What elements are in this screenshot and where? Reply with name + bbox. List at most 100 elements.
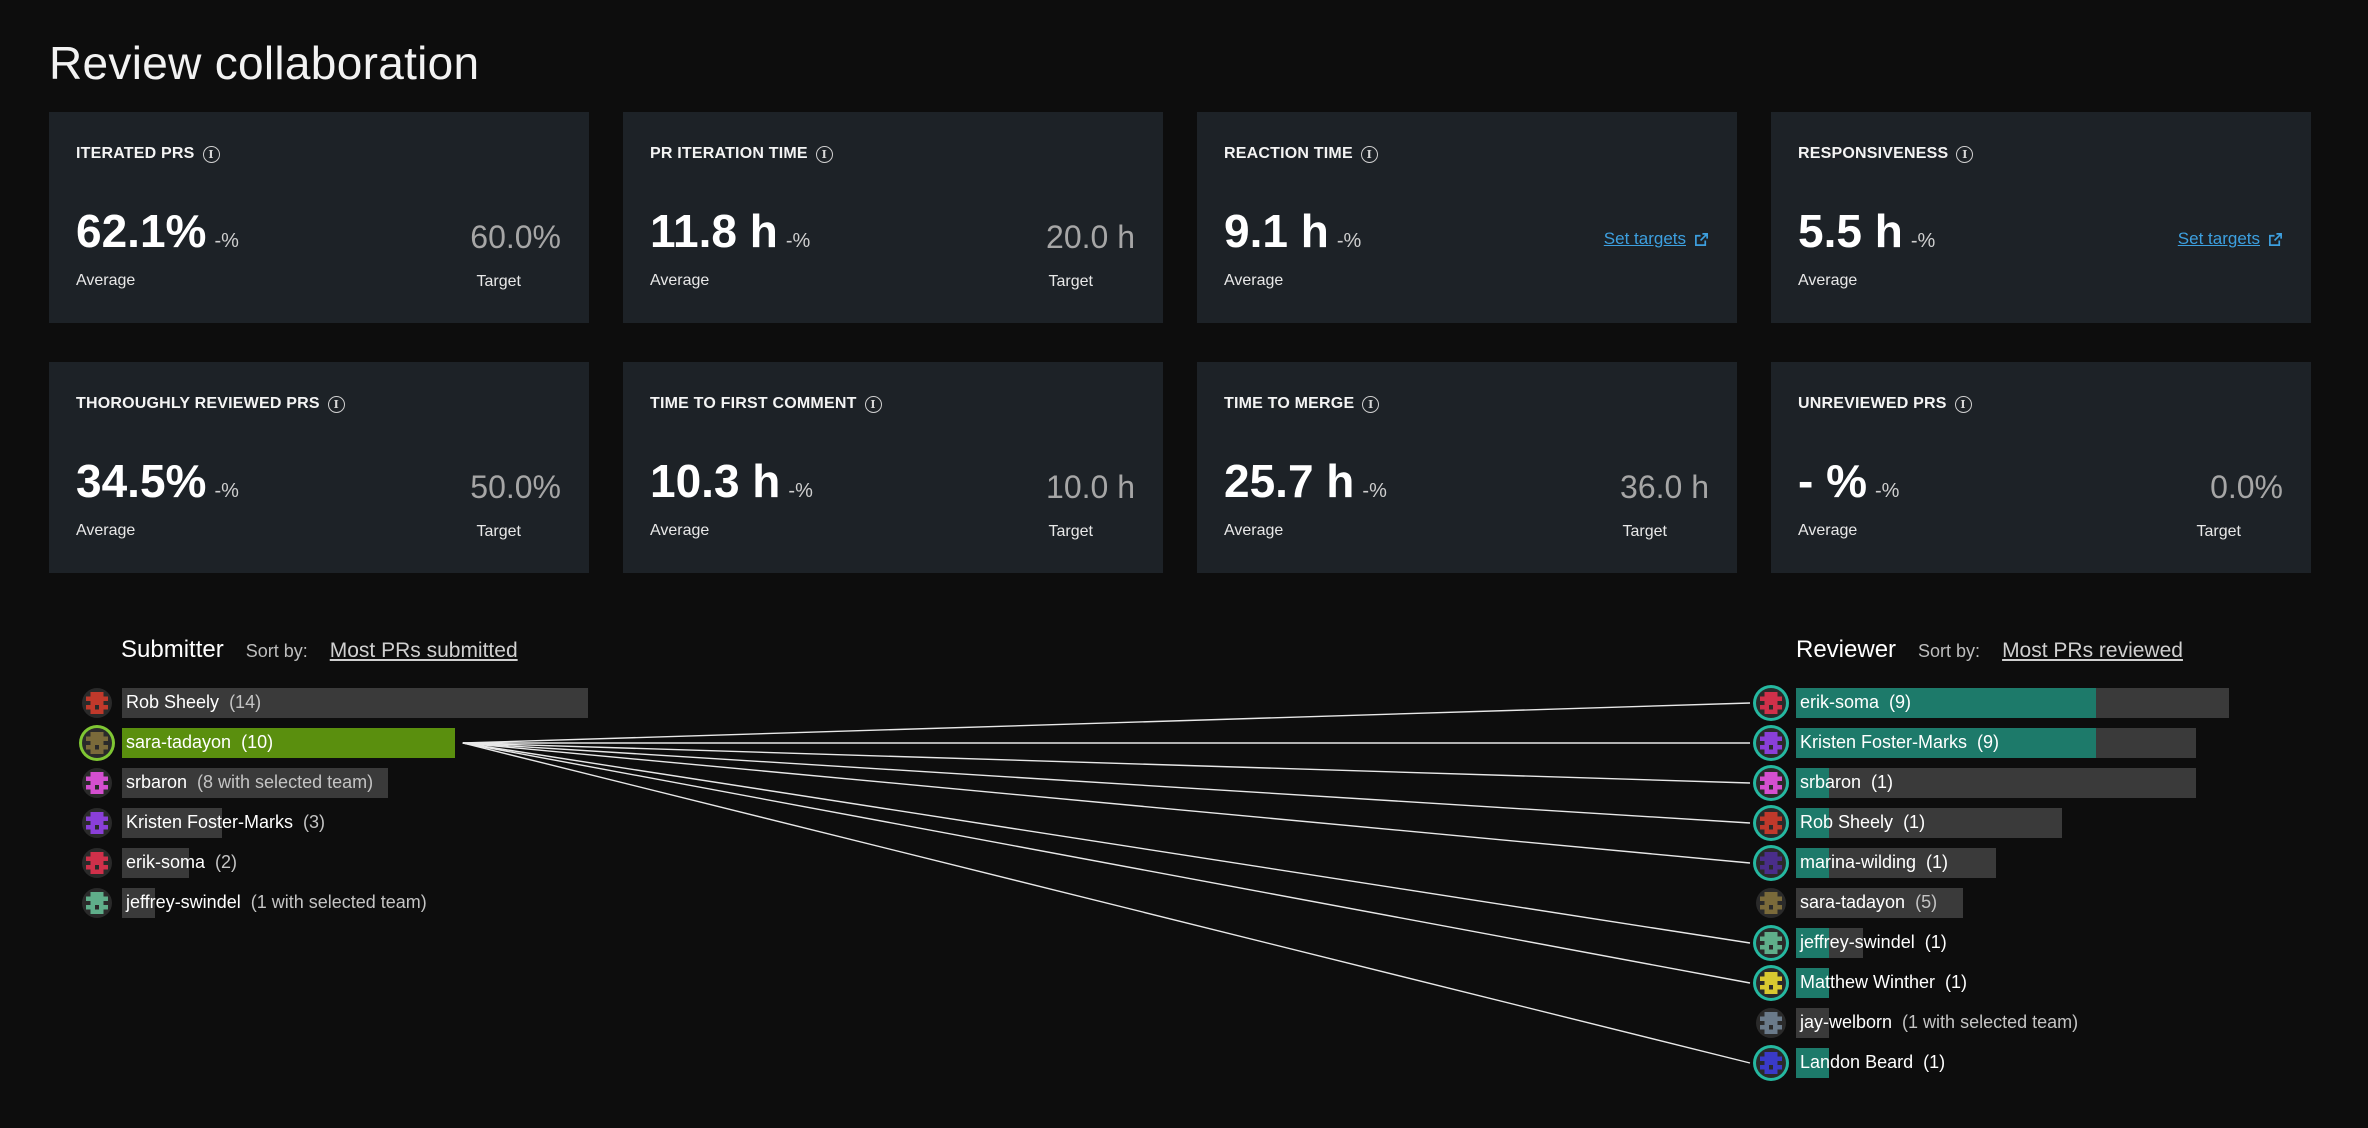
average-label: Average xyxy=(1798,522,1858,539)
reviewer-count: (5) xyxy=(1915,892,1938,912)
external-link-icon xyxy=(2269,232,2282,246)
connection-line xyxy=(462,742,1751,784)
info-icon[interactable]: i xyxy=(202,145,220,163)
info-icon[interactable]: i xyxy=(1360,145,1378,163)
submitter-count: (14) xyxy=(229,692,262,712)
reviewer-row[interactable]: Kristen Foster-Marks (9) xyxy=(1796,728,2229,758)
reviewer-row[interactable]: srbaron (1) xyxy=(1796,768,2229,798)
reviewer-row-text: Kristen Foster-Marks (9) xyxy=(1800,732,1999,753)
submitter-row-text: erik-soma (2) xyxy=(126,852,237,873)
metric-value: 34.5% -% xyxy=(76,454,239,508)
metric-value-text: 62.1% xyxy=(76,205,207,257)
submitter-row[interactable]: jeffrey-swindel (1 with selected team) xyxy=(122,888,588,918)
set-targets-link[interactable]: Set targets xyxy=(1604,229,1709,249)
target-value: 36.0 h xyxy=(1620,469,1709,505)
submitter-name: srbaron xyxy=(126,772,188,792)
metric-label: REACTION TIME i xyxy=(1224,145,1378,163)
avatar xyxy=(82,888,112,918)
reviewer-count: (9) xyxy=(1977,732,2000,752)
connection-line xyxy=(462,742,1751,984)
submitter-count: (8 with selected team) xyxy=(197,772,374,792)
avatar xyxy=(1756,968,1786,998)
reviewer-name: Kristen Foster-Marks xyxy=(1800,732,1968,752)
info-icon[interactable]: i xyxy=(1954,395,1972,413)
sort-label: Sort by: xyxy=(1918,641,1981,661)
target-value: 50.0% xyxy=(470,469,561,505)
reviewer-header: Reviewer Sort by: Most PRs reviewed xyxy=(1796,636,2183,664)
reviewer-name: srbaron xyxy=(1800,772,1862,792)
connection-line xyxy=(462,742,1751,864)
reviewer-heading: Reviewer xyxy=(1796,636,1897,663)
submitter-name: sara-tadayon xyxy=(126,732,232,752)
reviewer-count: (1) xyxy=(1926,852,1949,872)
reviewer-name: Matthew Winther xyxy=(1800,972,1936,992)
submitter-count: (2) xyxy=(215,852,238,872)
metric-card-time-to-merge: TIME TO MERGE i 25.7 h -% Average 36.0 h T… xyxy=(1197,362,1737,573)
metric-value-text: 9.1 h xyxy=(1224,205,1329,257)
avatar xyxy=(1756,928,1786,958)
metric-label: THOROUGHLY REVIEWED PRS i xyxy=(76,395,345,413)
submitter-count: (1 with selected team) xyxy=(250,892,427,912)
metric-label-text: REACTION TIME xyxy=(1224,145,1353,162)
reviewer-row[interactable]: Rob Sheely (1) xyxy=(1796,808,2229,838)
metric-label: ITERATED PRS i xyxy=(76,145,220,163)
reviewer-row[interactable]: erik-soma (9) xyxy=(1796,688,2229,718)
reviewer-name: Rob Sheely xyxy=(1800,812,1894,832)
metric-label: TIME TO FIRST COMMENT i xyxy=(650,395,882,413)
reviewer-name: sara-tadayon xyxy=(1800,892,1906,912)
metric-label-text: PR ITERATION TIME xyxy=(650,145,808,162)
avatar xyxy=(1756,1008,1786,1038)
metric-value-text: 25.7 h xyxy=(1224,455,1355,507)
reviewer-row[interactable]: Landon Beard (1) xyxy=(1796,1048,2229,1078)
reviewer-count: (1 with selected team) xyxy=(1902,1012,2079,1032)
set-targets-link[interactable]: Set targets xyxy=(2178,229,2283,249)
info-icon[interactable]: i xyxy=(327,395,345,413)
target-label: Target xyxy=(476,523,521,540)
reviewer-row-text: marina-wilding (1) xyxy=(1800,852,1948,873)
submitter-name: Kristen Foster-Marks xyxy=(126,812,294,832)
metric-label-text: TIME TO FIRST COMMENT xyxy=(650,395,857,412)
metric-change: -% xyxy=(214,230,239,252)
target-value: 20.0 h xyxy=(1046,219,1135,255)
reviewer-sort-dropdown[interactable]: Most PRs reviewed xyxy=(2002,639,2183,663)
submitter-row[interactable]: sara-tadayon (10) xyxy=(122,728,588,758)
reviewer-row[interactable]: marina-wilding (1) xyxy=(1796,848,2229,878)
metric-value-text: 10.3 h xyxy=(650,455,781,507)
submitter-row[interactable]: Rob Sheely (14) xyxy=(122,688,588,718)
avatar xyxy=(82,848,112,878)
connection-line xyxy=(462,742,1751,824)
metric-label: TIME TO MERGE i xyxy=(1224,395,1380,413)
metric-change: -% xyxy=(788,480,813,502)
metric-value: 11.8 h -% xyxy=(650,204,810,258)
submitter-row[interactable]: erik-soma (2) xyxy=(122,848,588,878)
metric-value-text: - % xyxy=(1798,455,1867,507)
info-icon[interactable]: i xyxy=(1362,395,1380,413)
reviewer-row[interactable]: Matthew Winther (1) xyxy=(1796,968,2229,998)
avatar xyxy=(1756,848,1786,878)
reviewer-row[interactable]: jay-welborn (1 with selected team) xyxy=(1796,1008,2229,1038)
submitter-row[interactable]: srbaron (8 with selected team) xyxy=(122,768,588,798)
reviewer-row[interactable]: jeffrey-swindel (1) xyxy=(1796,928,2229,958)
average-label: Average xyxy=(1798,272,1858,289)
metric-value: 9.1 h -% xyxy=(1224,204,1361,258)
info-icon[interactable]: i xyxy=(864,395,882,413)
submitter-name: erik-soma xyxy=(126,852,206,872)
info-icon[interactable]: i xyxy=(815,145,833,163)
metric-value: 5.5 h -% xyxy=(1798,204,1935,258)
metric-value-text: 5.5 h xyxy=(1798,205,1903,257)
reviewer-name: jeffrey-swindel xyxy=(1800,932,1915,952)
submitter-row-text: Kristen Foster-Marks (3) xyxy=(126,812,325,833)
submitter-row[interactable]: Kristen Foster-Marks (3) xyxy=(122,808,588,838)
reviewer-row[interactable]: sara-tadayon (5) xyxy=(1796,888,2229,918)
submitter-sort-dropdown[interactable]: Most PRs submitted xyxy=(330,639,518,663)
metric-value-text: 11.8 h xyxy=(650,205,778,257)
avatar xyxy=(1756,768,1786,798)
submitter-header: Submitter Sort by: Most PRs submitted xyxy=(121,636,518,664)
set-targets-text: Set targets xyxy=(1603,229,1686,248)
metric-value: 25.7 h -% xyxy=(1224,454,1387,508)
info-icon[interactable]: i xyxy=(1956,145,1974,163)
metric-card-thoroughly-reviewed-prs: THOROUGHLY REVIEWED PRS i 34.5% -% Average… xyxy=(49,362,589,573)
reviewer-row-text: jay-welborn (1 with selected team) xyxy=(1800,1012,2078,1033)
avatar xyxy=(82,728,112,758)
metric-value-text: 34.5% xyxy=(76,455,207,507)
